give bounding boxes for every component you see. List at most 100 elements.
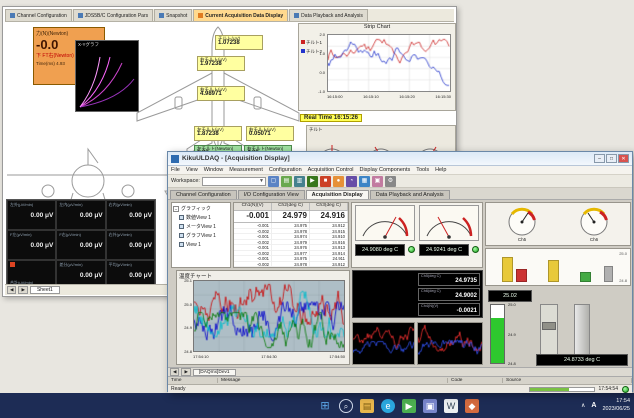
xy-graph-panel[interactable]: X-Yグラフ [75, 40, 139, 112]
output-col-source[interactable]: Source [503, 378, 632, 383]
temperature-chart-y-axis: 25.125.024.924.8 [178, 278, 192, 354]
file-explorer-icon[interactable]: ▤ [360, 399, 374, 413]
right-readout-top: 25.02 [488, 290, 532, 302]
tab-acquisition-display[interactable]: Acquisition Display [306, 190, 369, 199]
ime-indicator[interactable]: A [591, 402, 596, 409]
toolbar: Workspace: ▼ ▢ ▤ ▥ ▶ ■ ● ◔ ▦ ▣ ⚙ [168, 175, 632, 188]
toolbar-graph-view-icon[interactable]: ▦ [359, 176, 370, 187]
sheet-prev-button[interactable]: ◀ [7, 286, 16, 294]
toolbar-new-icon[interactable]: ▢ [268, 176, 279, 187]
tab-icon [294, 13, 299, 18]
xy-graph-traces [76, 53, 138, 111]
strip-chart-title: Strip Chart [299, 24, 455, 30]
menu-window[interactable]: Window [204, 167, 224, 173]
toolbar-run-icon[interactable]: ▶ [307, 176, 318, 187]
tilt-chip: チルト(μV)1.07238 [215, 35, 263, 50]
menu-display-components[interactable]: Display Components [359, 167, 410, 173]
menu-configuration[interactable]: Configuration [269, 167, 302, 173]
menu-help[interactable]: Help [435, 167, 446, 173]
temperature-chart-canvas[interactable] [193, 280, 345, 352]
maximize-button[interactable]: □ [606, 154, 617, 163]
back-tab-snapshot[interactable]: Snapshot [154, 9, 192, 21]
bar-indicator [604, 266, 613, 282]
output-col-code[interactable]: Code [448, 378, 503, 383]
checkbox-icon[interactable] [179, 215, 184, 220]
bar-indicator-panel: 25.0 24.8 [485, 248, 631, 286]
edge-browser-icon[interactable]: e [381, 399, 395, 413]
strip-chart-y-axis: 2.01.00.0-1.0 [313, 32, 325, 94]
menu-acquisition-control[interactable]: Acquisition Control [308, 167, 354, 173]
toolbar-settings-icon[interactable]: ⚙ [385, 176, 396, 187]
menu-measurement[interactable]: Measurement [229, 167, 263, 173]
workspace-select[interactable]: ▼ [202, 177, 266, 186]
settings-app-icon[interactable]: ▣ [423, 399, 437, 413]
toolbar-open-icon[interactable]: ▤ [281, 176, 292, 187]
checkbox-icon[interactable] [179, 224, 184, 229]
tree-item[interactable]: View 1 [173, 240, 229, 249]
toolbar-meter-view-icon[interactable]: ◔ [346, 176, 357, 187]
tree-item[interactable]: グラフView 1 [173, 231, 229, 240]
output-col-time[interactable]: Time [168, 378, 218, 383]
minimize-button[interactable]: – [594, 154, 605, 163]
back-tab-data-playback-analysis[interactable]: Data Playback and Analysis [289, 9, 368, 21]
acquisition-progress-bar [529, 387, 595, 392]
search-ic icon[interactable]: ⌕ [339, 399, 353, 413]
toolbar-numeric-view-icon[interactable]: ▣ [372, 176, 383, 187]
taskbar-clock[interactable]: 17:54 2023/06/25 [602, 398, 630, 412]
scope-chart-right[interactable] [417, 322, 483, 365]
table-row[interactable]: -0.00224.97824.912 [234, 262, 348, 268]
status-bar: Ready 17:54:54 [168, 384, 632, 393]
title-bar[interactable]: KikuULDAQ - [Acquisition Display] – □ ✕ [168, 152, 632, 166]
numeric-table-current-values: -0.001 24.979 24.916 [234, 211, 348, 223]
doc-prev-button[interactable]: ◀ [170, 368, 179, 376]
strip-chart-canvas[interactable] [327, 34, 451, 92]
tree-root[interactable]: −グラフィック [173, 204, 229, 213]
table-cell: 右内(μV/min)0.00 μV [106, 200, 155, 230]
tab-label: Snapshot [166, 13, 187, 19]
toolbar-record-icon[interactable]: ● [333, 176, 344, 187]
alarm-indicator [10, 262, 15, 267]
gauge-dial-icon [576, 206, 612, 236]
acquisition-app-icon[interactable]: ▶ [402, 399, 416, 413]
document-tab[interactable]: [DAQmx]Dev1 [193, 369, 236, 376]
doc-next-button[interactable]: ▶ [181, 368, 190, 376]
display-tree-panel: −グラフィック 数値View 1 メータView 1 グラフView 1 Vie… [171, 202, 231, 268]
right-readout-bottom: 24.8733 deg C [536, 354, 628, 366]
tree-item[interactable]: 数値View 1 [173, 213, 229, 222]
tab-channel-configuration[interactable]: Channel Configuration [170, 190, 237, 199]
view-tab-bar: Channel Configuration I/O Configuration … [168, 188, 632, 200]
menu-file[interactable]: File [171, 167, 180, 173]
menu-view[interactable]: View [186, 167, 198, 173]
tilt-chip: 左チルト(μV)1.87238 [194, 126, 242, 141]
scope-chart-left[interactable] [352, 322, 415, 365]
tab-data-playback-analysis[interactable]: Data Playback and Analysis [370, 190, 450, 199]
front-window[interactable]: KikuULDAQ - [Acquisition Display] – □ ✕ … [167, 151, 633, 392]
back-tab-current-acquisition-data-display[interactable]: Current Acquisition Data Display [193, 9, 288, 21]
back-tab-jds-configuration[interactable]: JDS5B/C Configuration Pars [73, 9, 153, 21]
slider-thumb[interactable] [542, 322, 556, 330]
back-tab-channel-configuration[interactable]: Channel Configuration [5, 9, 72, 21]
collapse-icon[interactable]: − [173, 206, 179, 212]
toolbar-save-icon[interactable]: ▥ [294, 176, 305, 187]
bar-scale-max: 25.0 [619, 251, 627, 256]
tab-io-configuration-view[interactable]: I/O Configuration View [238, 190, 305, 199]
tree-item[interactable]: メータView 1 [173, 222, 229, 231]
menu-tools[interactable]: Tools [416, 167, 429, 173]
channel-readout-panel: Ch5(deg C)24.9735 Ch6(deg C)24.9002 Ch4(… [352, 270, 483, 318]
sheet-next-button[interactable]: ▶ [18, 286, 27, 294]
sheet-tab[interactable]: Sheet1 [30, 286, 60, 294]
start-button[interactable]: ⊞ [318, 399, 332, 413]
tray-expand-icon[interactable]: ∧ [581, 402, 585, 409]
status-led [472, 246, 479, 253]
bar-indicator [580, 272, 591, 282]
close-button[interactable]: ✕ [618, 154, 629, 163]
checkbox-icon[interactable] [179, 233, 184, 238]
thermometer-fill [491, 318, 504, 363]
checkbox-icon[interactable] [179, 242, 184, 247]
acquisition-display-content: −グラフィック 数値View 1 メータView 1 グラフView 1 Vie… [168, 200, 632, 367]
realtime-clock-label: Real Time 16:15:26 [300, 114, 362, 122]
toolbar-stop-icon[interactable]: ■ [320, 176, 331, 187]
utility-app-icon[interactable]: ◆ [465, 399, 479, 413]
output-col-message[interactable]: Message [218, 378, 448, 383]
document-app-icon[interactable]: W [444, 399, 458, 413]
